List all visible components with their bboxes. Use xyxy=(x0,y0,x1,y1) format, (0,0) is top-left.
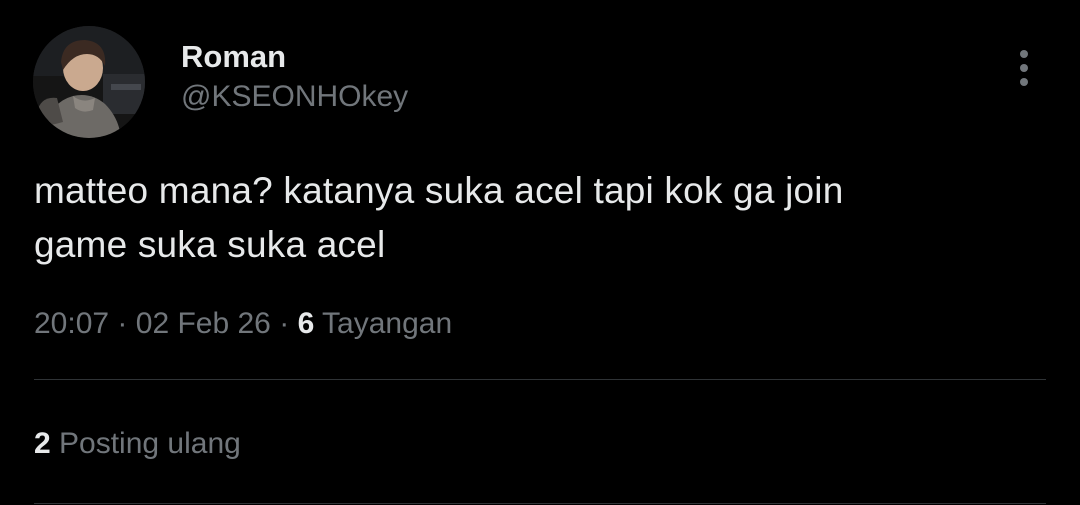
meta-separator: · xyxy=(117,307,128,340)
author-handle[interactable]: @KSEONHOkey xyxy=(181,78,408,116)
tweet-date[interactable]: 02 Feb 26 xyxy=(136,307,271,340)
avatar-photo xyxy=(33,26,145,138)
divider xyxy=(34,503,1046,504)
meta-separator: · xyxy=(279,307,290,340)
tweet-time[interactable]: 20:07 xyxy=(34,307,109,340)
reposts-link[interactable]: 2 Posting ulang xyxy=(34,424,241,464)
tweet-text-line: game suka suka acel xyxy=(34,224,386,265)
divider xyxy=(34,379,1046,380)
tweet-meta: 20:07 · 02 Feb 26 · 6 Tayangan xyxy=(34,304,452,344)
tweet-text-line: matteo mana? katanya suka acel tapi kok … xyxy=(34,170,844,211)
author-display-name[interactable]: Roman xyxy=(181,38,286,76)
more-options-icon[interactable] xyxy=(1006,48,1042,88)
repost-label: Posting ulang xyxy=(59,427,241,460)
avatar[interactable] xyxy=(33,26,145,138)
tweet-detail: Roman @KSEONHOkey matteo mana? katanya s… xyxy=(0,0,1080,505)
tweet-text: matteo mana? katanya suka acel tapi kok … xyxy=(34,164,1034,272)
repost-count: 2 xyxy=(34,427,51,460)
views-label: Tayangan xyxy=(322,307,453,340)
views-count: 6 xyxy=(297,307,315,340)
